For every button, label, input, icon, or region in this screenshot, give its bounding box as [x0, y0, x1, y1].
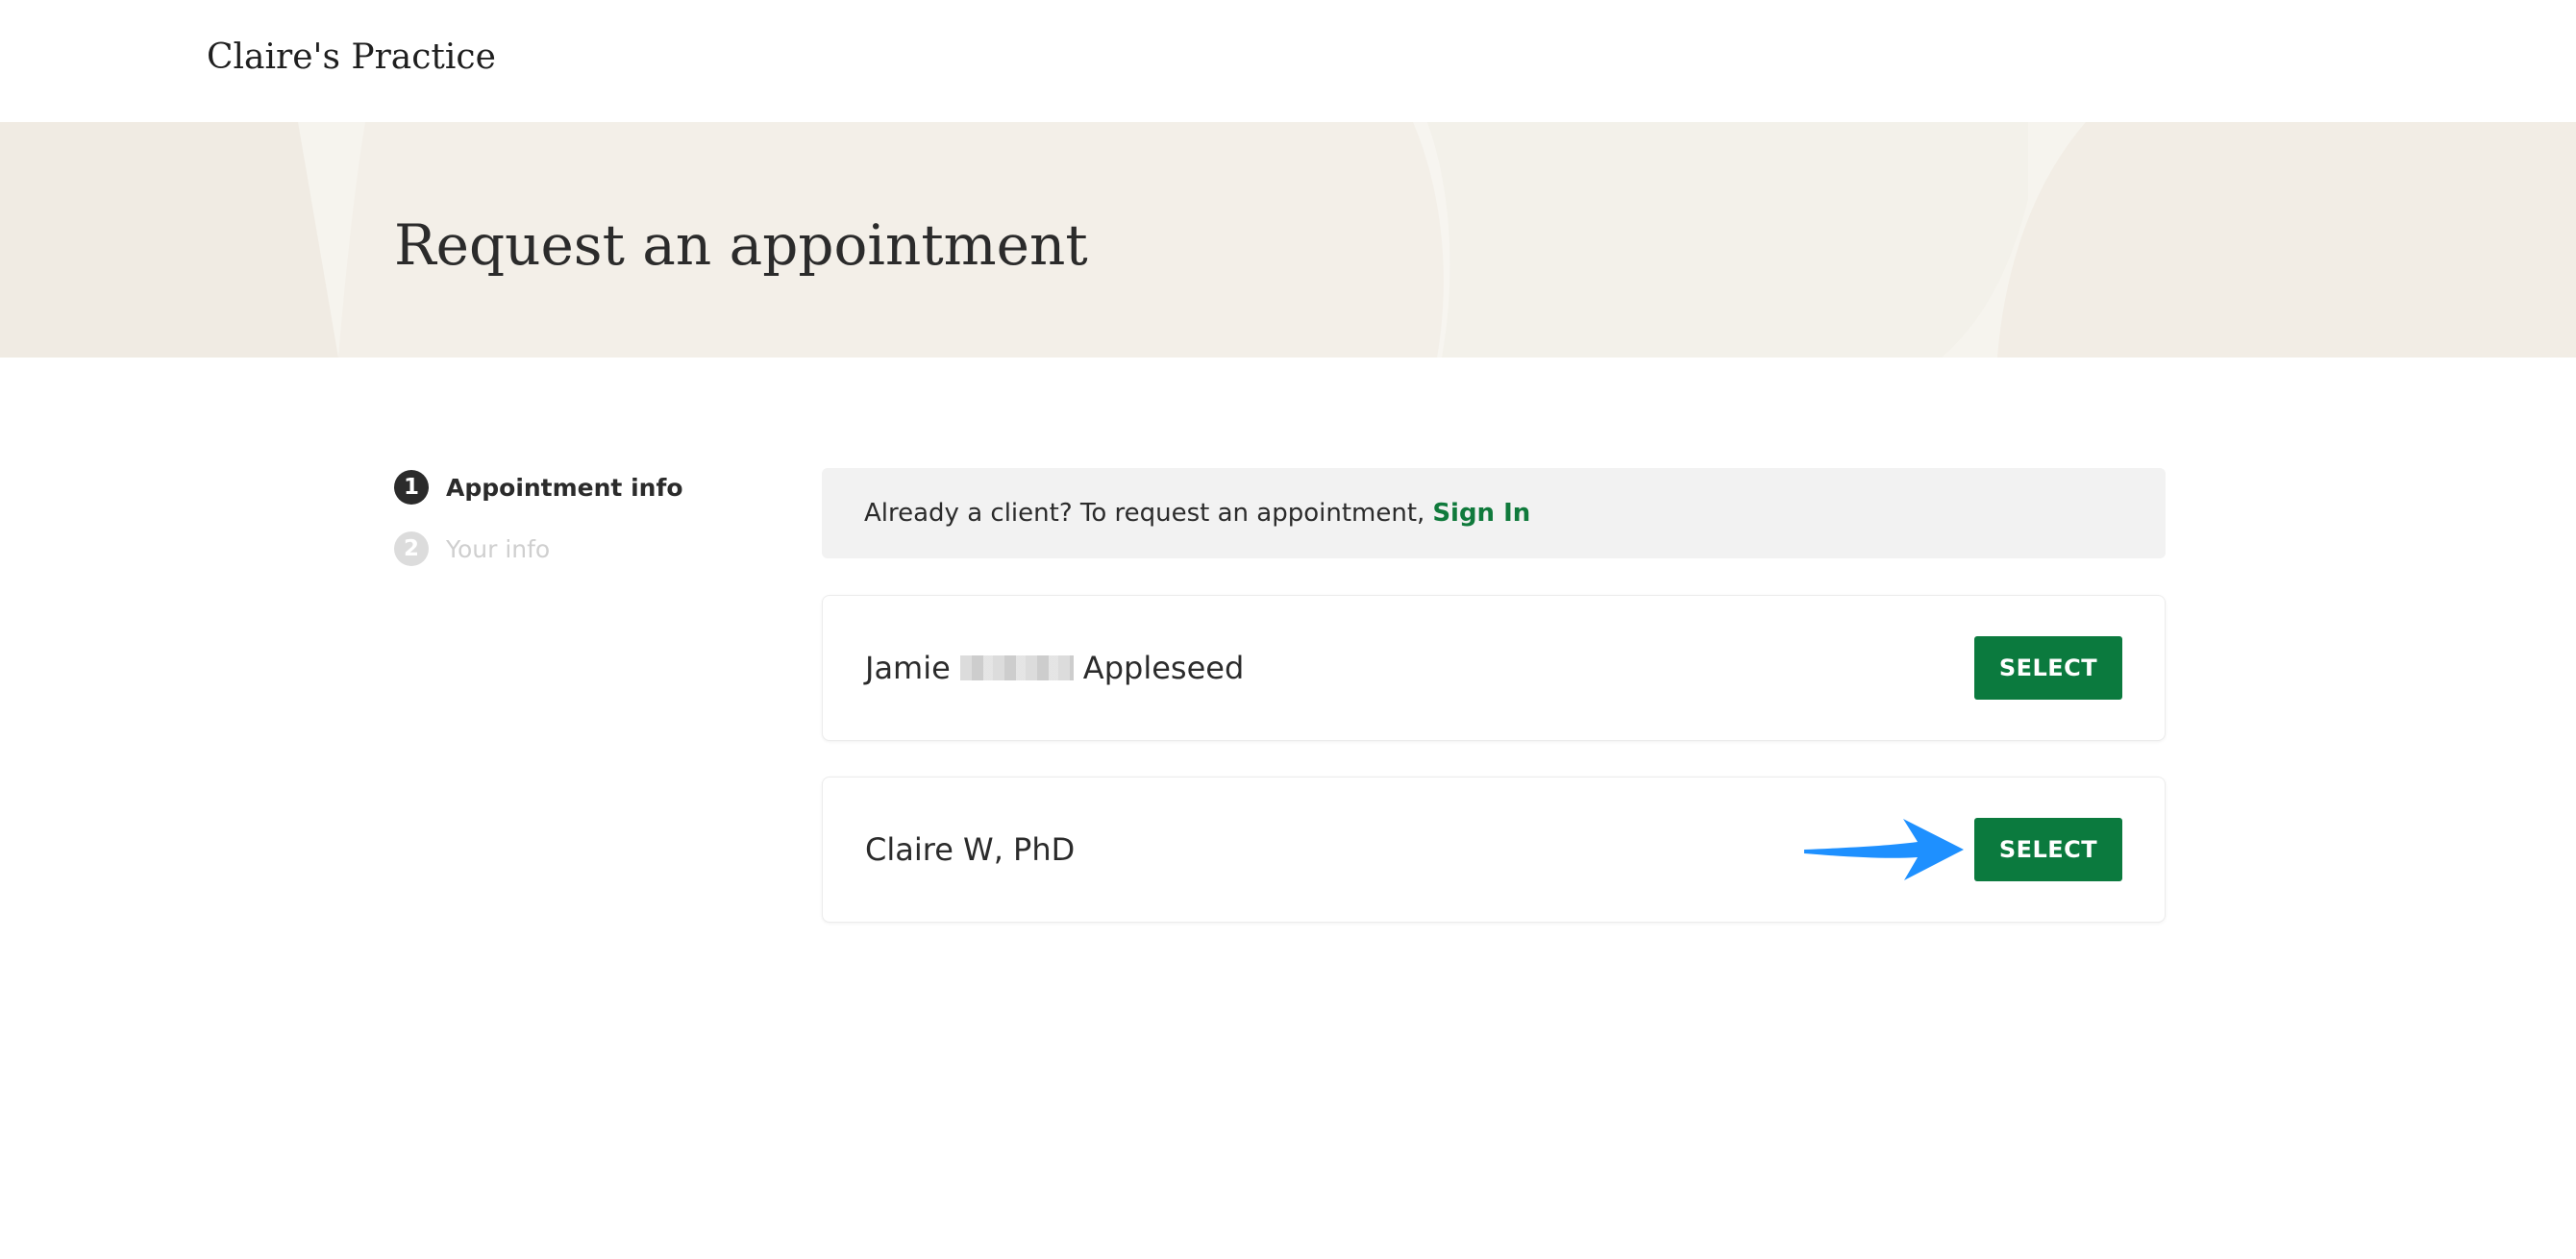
step-number-badge: 1 — [394, 470, 429, 505]
sign-in-link[interactable]: Sign In — [1432, 499, 1530, 528]
hero-banner: Request an appointment — [0, 122, 2576, 358]
step-appointment-info: 1 Appointment info — [394, 468, 683, 506]
step-label: Your info — [446, 534, 551, 563]
practice-name[interactable]: Claire's Practice — [207, 34, 496, 82]
arrow-right-icon — [1804, 819, 1964, 880]
step-your-info: 2 Your info — [394, 530, 550, 568]
top-header: Claire's Practice — [0, 0, 2576, 122]
signin-prompt-text: Already a client? To request an appointm… — [864, 499, 1425, 528]
provider-card: Jamie Appleseed SELECT — [822, 595, 2166, 741]
page-title: Request an appointment — [394, 212, 1088, 278]
provider-name: Claire W, PhD — [865, 831, 1076, 868]
provider-name: Jamie Appleseed — [865, 644, 1244, 692]
hero-decorative-shapes — [0, 122, 2576, 358]
step-number-badge: 2 — [394, 531, 429, 566]
provider-last-name: Appleseed — [1082, 650, 1245, 686]
provider-first-name: Jamie — [865, 650, 951, 686]
select-provider-button[interactable]: SELECT — [1974, 636, 2122, 700]
step-label: Appointment info — [446, 473, 683, 502]
redacted-middle-name — [959, 655, 1074, 680]
signin-banner: Already a client? To request an appointm… — [822, 468, 2166, 558]
select-provider-button[interactable]: SELECT — [1974, 818, 2122, 881]
